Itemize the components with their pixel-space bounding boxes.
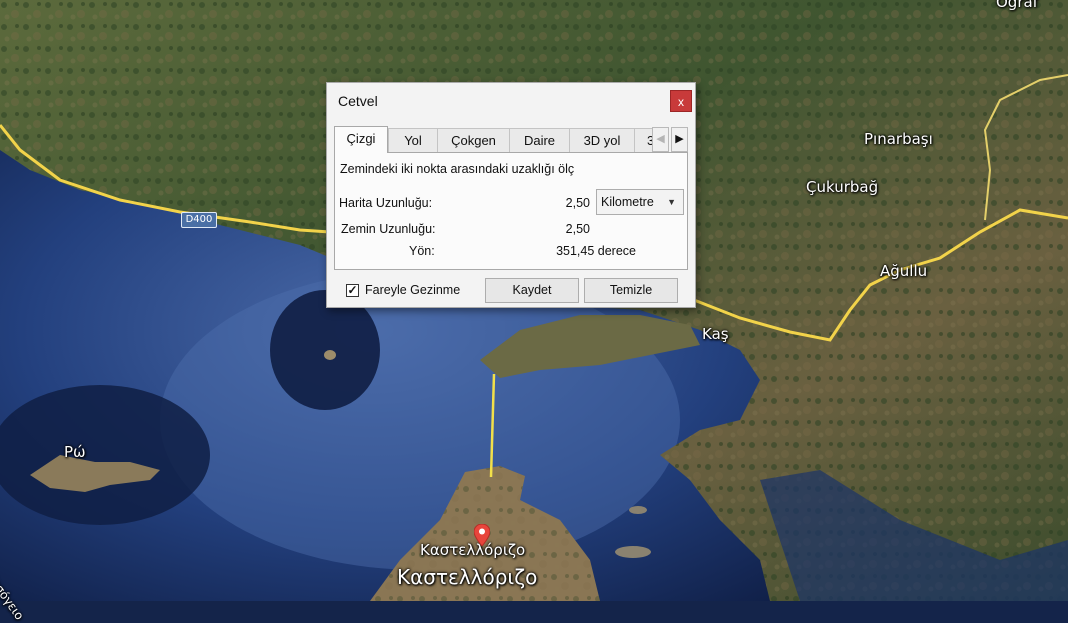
map-label-agullu: Ağullu [880, 262, 928, 280]
tab-scroll-left-button[interactable]: ◀ [652, 127, 669, 152]
unit-select[interactable]: Kilometre ▼ [596, 189, 684, 215]
ground-length-value: 2,50 [565, 222, 590, 236]
road-shield-d400: D400 [181, 212, 217, 228]
ground-length-label: Zemin Uzunluğu: [341, 222, 436, 236]
mouse-navigation-checkbox[interactable]: ✓ [346, 284, 359, 297]
sea-deep-patch-ro [0, 385, 210, 525]
dialog-title: Cetvel [338, 93, 378, 109]
dropdown-arrow-icon: ▼ [667, 197, 676, 207]
line-tab-panel: Zemindeki iki nokta arasındaki uzaklığı … [334, 152, 688, 270]
close-button[interactable]: x [670, 90, 692, 112]
mouse-navigation-label[interactable]: Fareyle Gezinme [365, 283, 460, 297]
map-length-value: 2,50 [565, 196, 590, 210]
map-label-ograf: Ograf [996, 0, 1038, 11]
sea-deep-patch [270, 290, 380, 410]
tab-3d-path[interactable]: 3D yol [569, 128, 635, 152]
islet [615, 546, 651, 558]
ruler-dialog: Cetvel x Çizgi Yol Çokgen Daire 3D yol 3… [326, 82, 696, 308]
dialog-titlebar[interactable]: Cetvel x [327, 83, 695, 119]
tab-polygon[interactable]: Çokgen [437, 128, 510, 152]
map-label-ro: Ρώ [64, 443, 86, 461]
tab-line[interactable]: Çizgi [334, 126, 388, 153]
map-label-kas: Kaş [702, 325, 729, 343]
tab-strip: Çizgi Yol Çokgen Daire 3D yol 3D çokgen [334, 126, 669, 153]
map-length-label: Harita Uzunluğu: [339, 196, 433, 210]
tab-circle[interactable]: Daire [509, 128, 570, 152]
unit-select-value: Kilometre [601, 195, 654, 209]
islet [324, 350, 336, 360]
direction-label: Yön: [409, 244, 435, 258]
islet [629, 506, 647, 514]
location-pin-icon[interactable] [474, 524, 490, 546]
tab-scroll-right-button[interactable]: ▶ [671, 127, 688, 152]
save-button[interactable]: Kaydet [485, 278, 579, 303]
direction-value: 351,45 derece [556, 244, 636, 258]
map-label-pinarbasi: Pınarbaşı [864, 130, 933, 148]
tab-path[interactable]: Yol [388, 128, 438, 152]
measure-description: Zemindeki iki nokta arasındaki uzaklığı … [340, 162, 575, 176]
map-label-cukurbag: Çukurbağ [806, 178, 879, 196]
map-label-kastellorizo-small: Καστελλόριζο [420, 541, 526, 559]
clear-button[interactable]: Temizle [584, 278, 678, 303]
map-label-kastellorizo-large: Καστελλόριζο [397, 565, 538, 589]
